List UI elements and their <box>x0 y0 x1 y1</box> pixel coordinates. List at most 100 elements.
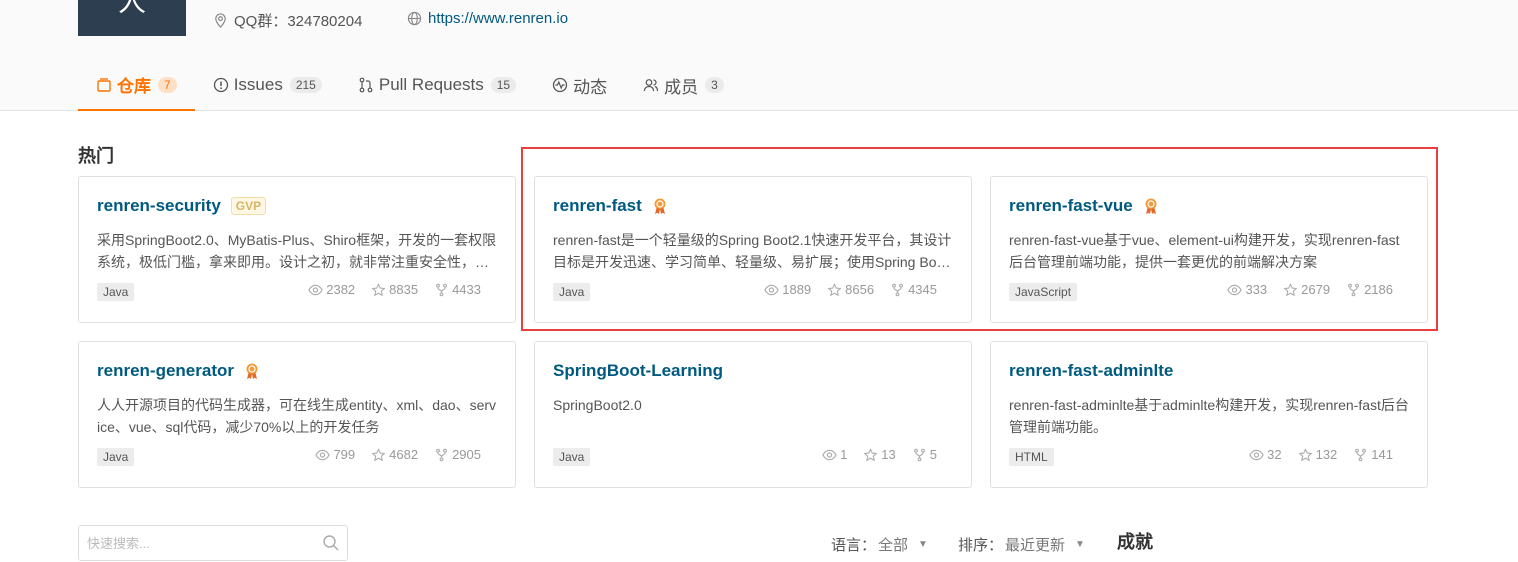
repo-stats: 799 4682 2905 <box>315 447 481 462</box>
language-tag: Java <box>553 283 591 301</box>
watch-value: 2382 <box>326 282 356 297</box>
sort-filter-value: 最近更新 <box>1005 537 1066 554</box>
issue-icon <box>213 77 228 93</box>
language-tag: Java <box>553 448 591 466</box>
pull-request-icon <box>359 77 373 93</box>
tab-activity[interactable]: 动态 <box>534 60 625 110</box>
qq-group-text: QQ群：324780204 <box>234 13 363 30</box>
repo-description: renren-fast是一个轻量级的Spring Boot2.1快速开发平台，其… <box>553 232 952 270</box>
tab-label: Issues <box>233 75 283 94</box>
repo-description: SpringBoot2.0 <box>553 397 642 413</box>
repo-card[interactable]: renren-generator 人人开源项目的代码生成器，可在线生成entit… <box>78 341 516 488</box>
star-value: 13 <box>881 447 896 462</box>
fork-count: 2905 <box>434 447 481 462</box>
repo-name-link[interactable]: renren-generator <box>97 361 234 381</box>
fork-count: 2186 <box>1346 282 1393 297</box>
section-title: 热门 <box>78 146 114 166</box>
repo-card[interactable]: renren-fast renren-fast是一个轻量级的Spring Boo… <box>534 176 972 323</box>
tab-count: 3 <box>705 77 724 93</box>
star-icon <box>863 447 878 461</box>
watch-count: 1889 <box>764 282 811 297</box>
repo-name-link[interactable]: renren-fast-adminlte <box>1009 361 1173 381</box>
recommend-award-icon <box>244 362 260 380</box>
fork-count: 5 <box>912 447 937 462</box>
globe-icon <box>407 11 422 26</box>
tab-label: 成员 <box>664 77 699 97</box>
star-value: 8656 <box>845 282 875 297</box>
tab-count: 15 <box>490 77 517 93</box>
tab-pull-requests[interactable]: Pull Requests 15 <box>340 60 534 110</box>
fork-value: 5 <box>929 447 937 462</box>
star-value: 2679 <box>1301 282 1331 297</box>
repo-name-link[interactable]: renren-fast <box>553 196 642 216</box>
watch-count: 799 <box>315 447 355 462</box>
fork-count: 141 <box>1353 447 1393 462</box>
star-count: 4682 <box>371 447 418 462</box>
tab-members[interactable]: 成员 3 <box>625 60 742 110</box>
tab-repositories[interactable]: 仓库 7 <box>78 60 195 111</box>
star-icon <box>1298 447 1313 461</box>
fork-icon <box>436 283 448 296</box>
watch-count: 1 <box>822 447 847 462</box>
fork-icon <box>1355 448 1367 461</box>
star-icon <box>827 282 842 296</box>
caret-down-icon: ▼ <box>1075 539 1085 550</box>
card-title: renren-fast-vue <box>1009 196 1159 216</box>
sort-filter[interactable]: 排序： 最近更新 ▼ <box>958 534 1085 555</box>
language-tag: Java <box>97 448 135 466</box>
members-icon <box>644 79 659 92</box>
card-title: renren-fast-adminlte <box>1009 361 1173 381</box>
website-link[interactable]: https://www.renren.io <box>428 10 568 27</box>
repo-card[interactable]: renren-security GVP 采用SpringBoot2.0、MyBa… <box>78 176 516 323</box>
repo-description: renren-fast-vue基于vue、element-ui构建开发，实现re… <box>1009 232 1400 270</box>
recommend-award-icon <box>1143 197 1159 215</box>
sort-filter-label: 排序： <box>958 537 1004 554</box>
repo-name-link[interactable]: SpringBoot-Learning <box>553 361 723 381</box>
fork-icon <box>892 283 904 296</box>
fork-icon <box>913 448 925 461</box>
fork-value: 141 <box>1371 447 1393 462</box>
watch-value: 1 <box>840 447 848 462</box>
repo-name-link[interactable]: renren-fast-vue <box>1009 196 1133 216</box>
repo-card[interactable]: renren-fast-vue renren-fast-vue基于vue、ele… <box>990 176 1428 323</box>
caret-down-icon: ▼ <box>918 539 928 550</box>
repo-card[interactable]: SpringBoot-Learning SpringBoot2.0 Java 1… <box>534 341 972 488</box>
repo-stats: 32 132 141 <box>1249 447 1393 462</box>
watch-value: 799 <box>333 447 356 462</box>
star-value: 4682 <box>389 447 419 462</box>
watch-count: 32 <box>1249 447 1282 462</box>
org-avatar[interactable]: 人 <box>78 0 186 36</box>
watch-count: 2382 <box>308 282 355 297</box>
repo-card[interactable]: renren-fast-adminlte renren-fast-adminlt… <box>990 341 1428 488</box>
eye-icon <box>308 284 323 295</box>
tab-label: Pull Requests <box>378 75 484 94</box>
fork-icon <box>1348 283 1360 296</box>
star-count: 8656 <box>827 282 874 297</box>
quick-search-input[interactable] <box>78 525 348 561</box>
qq-group: QQ群：324780204 <box>213 10 362 31</box>
eye-icon <box>822 449 837 460</box>
fork-value: 2186 <box>1364 282 1393 297</box>
watch-value: 32 <box>1267 447 1282 462</box>
card-title: renren-security GVP <box>97 196 267 216</box>
tab-issues[interactable]: Issues 215 <box>195 60 340 110</box>
star-count: 13 <box>863 447 896 462</box>
fork-value: 2905 <box>452 447 481 462</box>
location-icon <box>215 13 226 28</box>
repo-stats: 1 13 5 <box>822 447 937 462</box>
star-count: 132 <box>1298 447 1337 462</box>
repo-stats: 333 2679 2186 <box>1227 282 1393 297</box>
recommend-award-icon <box>652 197 668 215</box>
language-filter[interactable]: 语言： 全部 ▼ <box>831 534 928 555</box>
repo-icon <box>97 77 111 92</box>
star-icon <box>371 282 386 296</box>
watch-value: 333 <box>1245 282 1268 297</box>
repo-description: 采用SpringBoot2.0、MyBatis-Plus、Shiro框架，开发的… <box>97 232 497 270</box>
repo-name-link[interactable]: renren-security <box>97 196 221 216</box>
search-icon[interactable] <box>322 534 340 552</box>
language-tag: JavaScript <box>1009 283 1078 301</box>
eye-icon <box>764 284 779 295</box>
fork-count: 4433 <box>434 282 481 297</box>
repo-stats: 1889 8656 4345 <box>764 282 937 297</box>
website[interactable]: https://www.renren.io <box>407 10 568 27</box>
